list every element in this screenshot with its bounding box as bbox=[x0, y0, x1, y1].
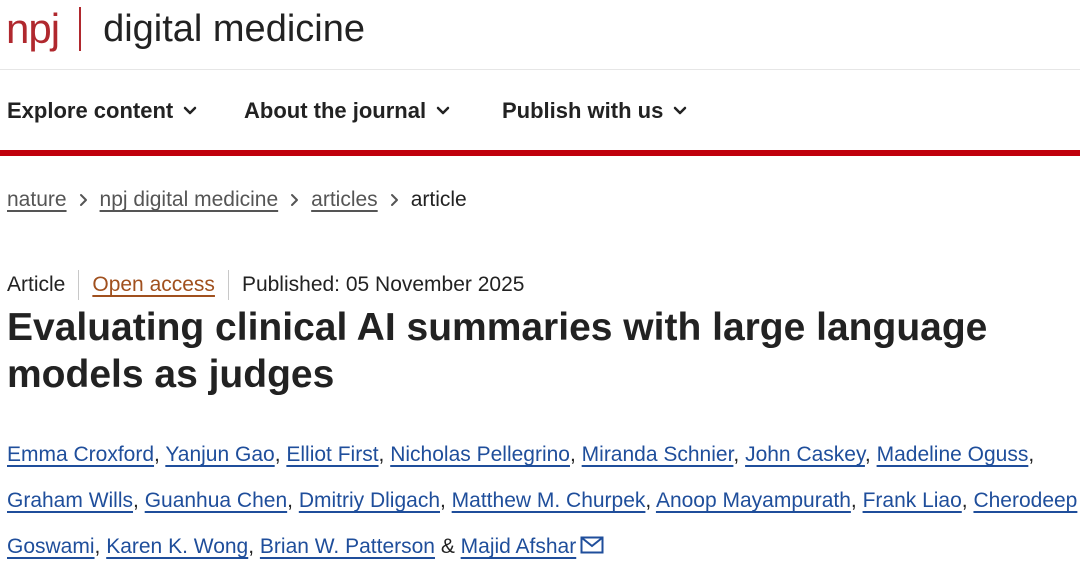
author-link[interactable]: Miranda Schnier bbox=[582, 443, 734, 466]
chevron-right-icon bbox=[79, 193, 88, 207]
breadcrumb-link-journal[interactable]: npj digital medicine bbox=[100, 188, 279, 212]
logo-divider bbox=[79, 7, 82, 51]
site-header: npj digital medicine bbox=[0, 0, 1080, 70]
author-separator: , bbox=[645, 489, 656, 512]
author-link[interactable]: Emma Croxford bbox=[7, 443, 154, 466]
author-separator: , bbox=[94, 535, 107, 558]
author-link[interactable]: Anoop Mayampurath bbox=[656, 489, 851, 512]
journal-logo[interactable]: npj digital medicine bbox=[6, 4, 365, 54]
article-meta: Article Open access Published: 05 Novemb… bbox=[7, 270, 524, 300]
chevron-down-icon bbox=[674, 106, 687, 115]
author-separator: , bbox=[864, 443, 877, 466]
nav-about-journal[interactable]: About the journal bbox=[244, 98, 450, 124]
author-separator: , bbox=[850, 489, 863, 512]
author-separator: , bbox=[961, 489, 974, 512]
header-accent-bar bbox=[0, 150, 1080, 156]
breadcrumb: nature npj digital medicine articles art… bbox=[7, 188, 467, 212]
author-link[interactable]: Madeline Oguss bbox=[877, 443, 1029, 466]
author-link[interactable]: Majid Afshar bbox=[461, 535, 577, 558]
author-joiner: & bbox=[434, 535, 461, 558]
nav-explore-content-label: Explore content bbox=[7, 98, 174, 123]
breadcrumb-link-nature[interactable]: nature bbox=[7, 188, 67, 212]
author-separator: , bbox=[248, 535, 260, 558]
chevron-right-icon bbox=[390, 193, 399, 207]
nav-publish-with-us[interactable]: Publish with us bbox=[502, 98, 687, 124]
author-link[interactable]: Dmitriy Dligach bbox=[299, 489, 440, 512]
author-link[interactable]: Yanjun Gao bbox=[165, 443, 274, 466]
nav-explore-content[interactable]: Explore content bbox=[7, 98, 197, 124]
breadcrumb-link-articles[interactable]: articles bbox=[311, 188, 378, 212]
mail-icon[interactable] bbox=[580, 536, 604, 554]
author-link[interactable]: John Caskey bbox=[745, 443, 865, 466]
author-separator: , bbox=[133, 489, 145, 512]
author-separator: , bbox=[154, 443, 166, 466]
meta-divider bbox=[78, 270, 80, 300]
meta-divider bbox=[227, 270, 229, 300]
article-title: Evaluating clinical AI summaries with la… bbox=[7, 306, 988, 396]
author-separator: , bbox=[569, 443, 582, 466]
author-separator: , bbox=[274, 443, 287, 466]
author-link[interactable]: Karen K. Wong bbox=[106, 535, 248, 558]
author-separator: , bbox=[440, 489, 452, 512]
open-access-link[interactable]: Open access bbox=[92, 273, 215, 297]
chevron-down-icon bbox=[184, 106, 197, 115]
author-link[interactable]: Graham Wills bbox=[7, 489, 133, 512]
author-separator: , bbox=[378, 443, 391, 466]
author-link[interactable]: Frank Liao bbox=[863, 489, 962, 512]
author-link[interactable]: Elliot First bbox=[286, 443, 378, 466]
chevron-right-icon bbox=[290, 193, 299, 207]
nav-about-journal-label: About the journal bbox=[244, 98, 427, 123]
breadcrumb-current: article bbox=[410, 188, 467, 211]
author-separator: , bbox=[1028, 443, 1035, 466]
logo-npj-text: npj bbox=[6, 5, 60, 52]
article-type: Article bbox=[7, 273, 66, 296]
author-list: Emma Croxford, Yanjun Gao, Elliot First,… bbox=[7, 432, 1080, 567]
author-separator: , bbox=[287, 489, 299, 512]
logo-journal-name: digital medicine bbox=[103, 8, 365, 50]
published-date: Published: 05 November 2025 bbox=[241, 273, 525, 296]
main-nav: Explore content About the journal Publis… bbox=[0, 70, 1080, 150]
chevron-down-icon bbox=[436, 106, 450, 115]
nav-publish-with-us-label: Publish with us bbox=[502, 98, 664, 123]
author-link[interactable]: Matthew M. Churpek bbox=[452, 489, 646, 512]
author-link[interactable]: Brian W. Patterson bbox=[260, 535, 435, 558]
author-link[interactable]: Guanhua Chen bbox=[145, 489, 287, 512]
author-link[interactable]: Nicholas Pellegrino bbox=[390, 443, 570, 466]
author-separator: , bbox=[733, 443, 746, 466]
